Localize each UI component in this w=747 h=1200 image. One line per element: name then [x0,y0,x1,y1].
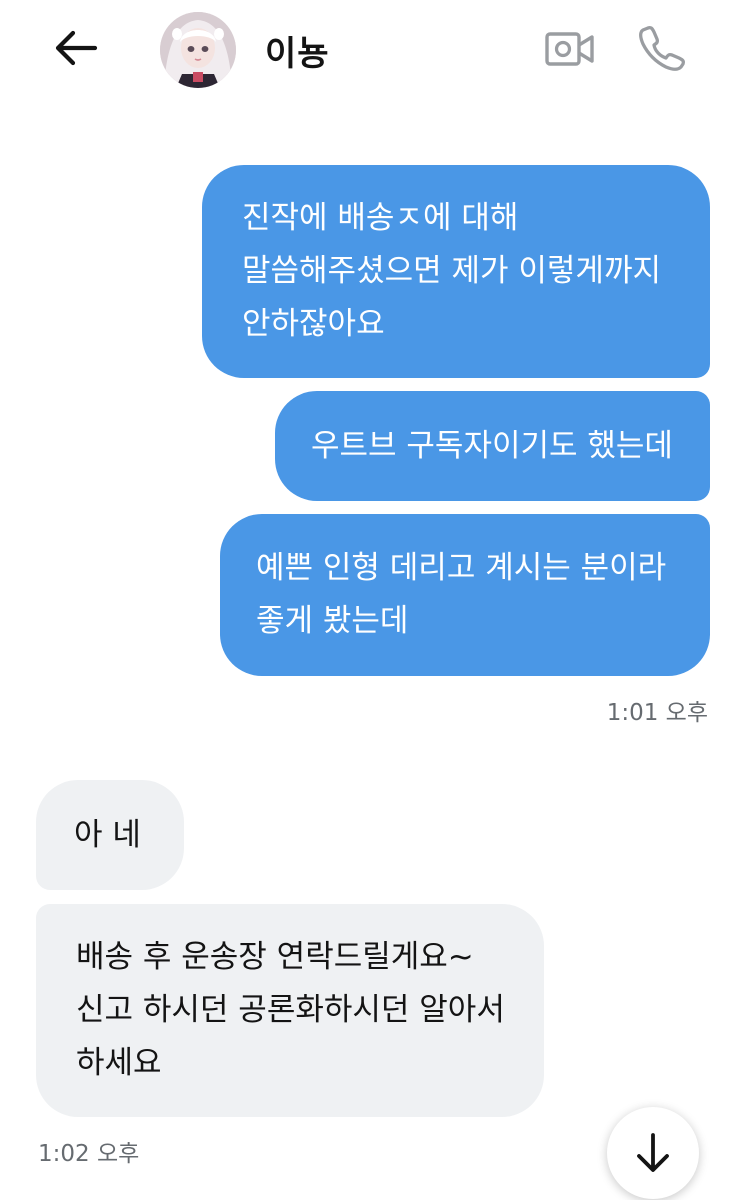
arrow-left-icon [55,30,98,66]
message-line: 말씀해주셨으면 제가 이렇게까지 [242,253,661,289]
dm-conversation-screen: 이뇽 진작에 배송ㅈ에 대해 말씀해주셨으면 제가 이렇게까지 안하잖아요 우트… [0,0,747,1200]
voice-call-button[interactable] [634,20,690,76]
message-timestamp: 1:01 오후 [606,700,708,726]
scroll-to-bottom-button[interactable] [607,1107,699,1199]
message-line: 아 네 [74,816,141,853]
message-line: 신고 하시던 공론화하시던 알아서 [76,992,505,1028]
incoming-message-bubble[interactable]: 아 네 [36,780,184,890]
video-camera-icon [545,32,594,66]
outgoing-message-bubble[interactable]: 우트브 구독자이기도 했는데 [275,391,710,501]
avatar[interactable] [160,12,236,88]
back-button[interactable] [48,22,104,74]
message-line: 진작에 배송ㅈ에 대해 [242,200,519,236]
message-line: 좋게 봤는데 [256,603,409,639]
message-timestamp: 1:02 오후 [38,1141,140,1167]
message-line: 우트브 구독자이기도 했는데 [311,427,673,464]
avatar-image [160,12,236,88]
message-line: 하세요 [76,1045,162,1081]
incoming-message-bubble[interactable]: 배송 후 운송장 연락드릴게요~ 신고 하시던 공론화하시던 알아서 하세요 [36,904,544,1117]
message-line: 안하잖아요 [242,306,385,342]
message-line: 배송 후 운송장 연락드릴게요~ [76,939,474,975]
arrow-down-icon [637,1133,669,1172]
outgoing-message-bubble[interactable]: 진작에 배송ㅈ에 대해 말씀해주셨으면 제가 이렇게까지 안하잖아요 [202,165,710,378]
conversation-header: 이뇽 [0,0,747,100]
phone-icon [639,25,686,71]
outgoing-message-bubble[interactable]: 예쁜 인형 데리고 계시는 분이라 좋게 봤는데 [220,514,710,676]
video-call-button[interactable] [540,26,600,72]
message-line: 예쁜 인형 데리고 계시는 분이라 [256,550,667,586]
contact-name[interactable]: 이뇽 [265,26,330,75]
